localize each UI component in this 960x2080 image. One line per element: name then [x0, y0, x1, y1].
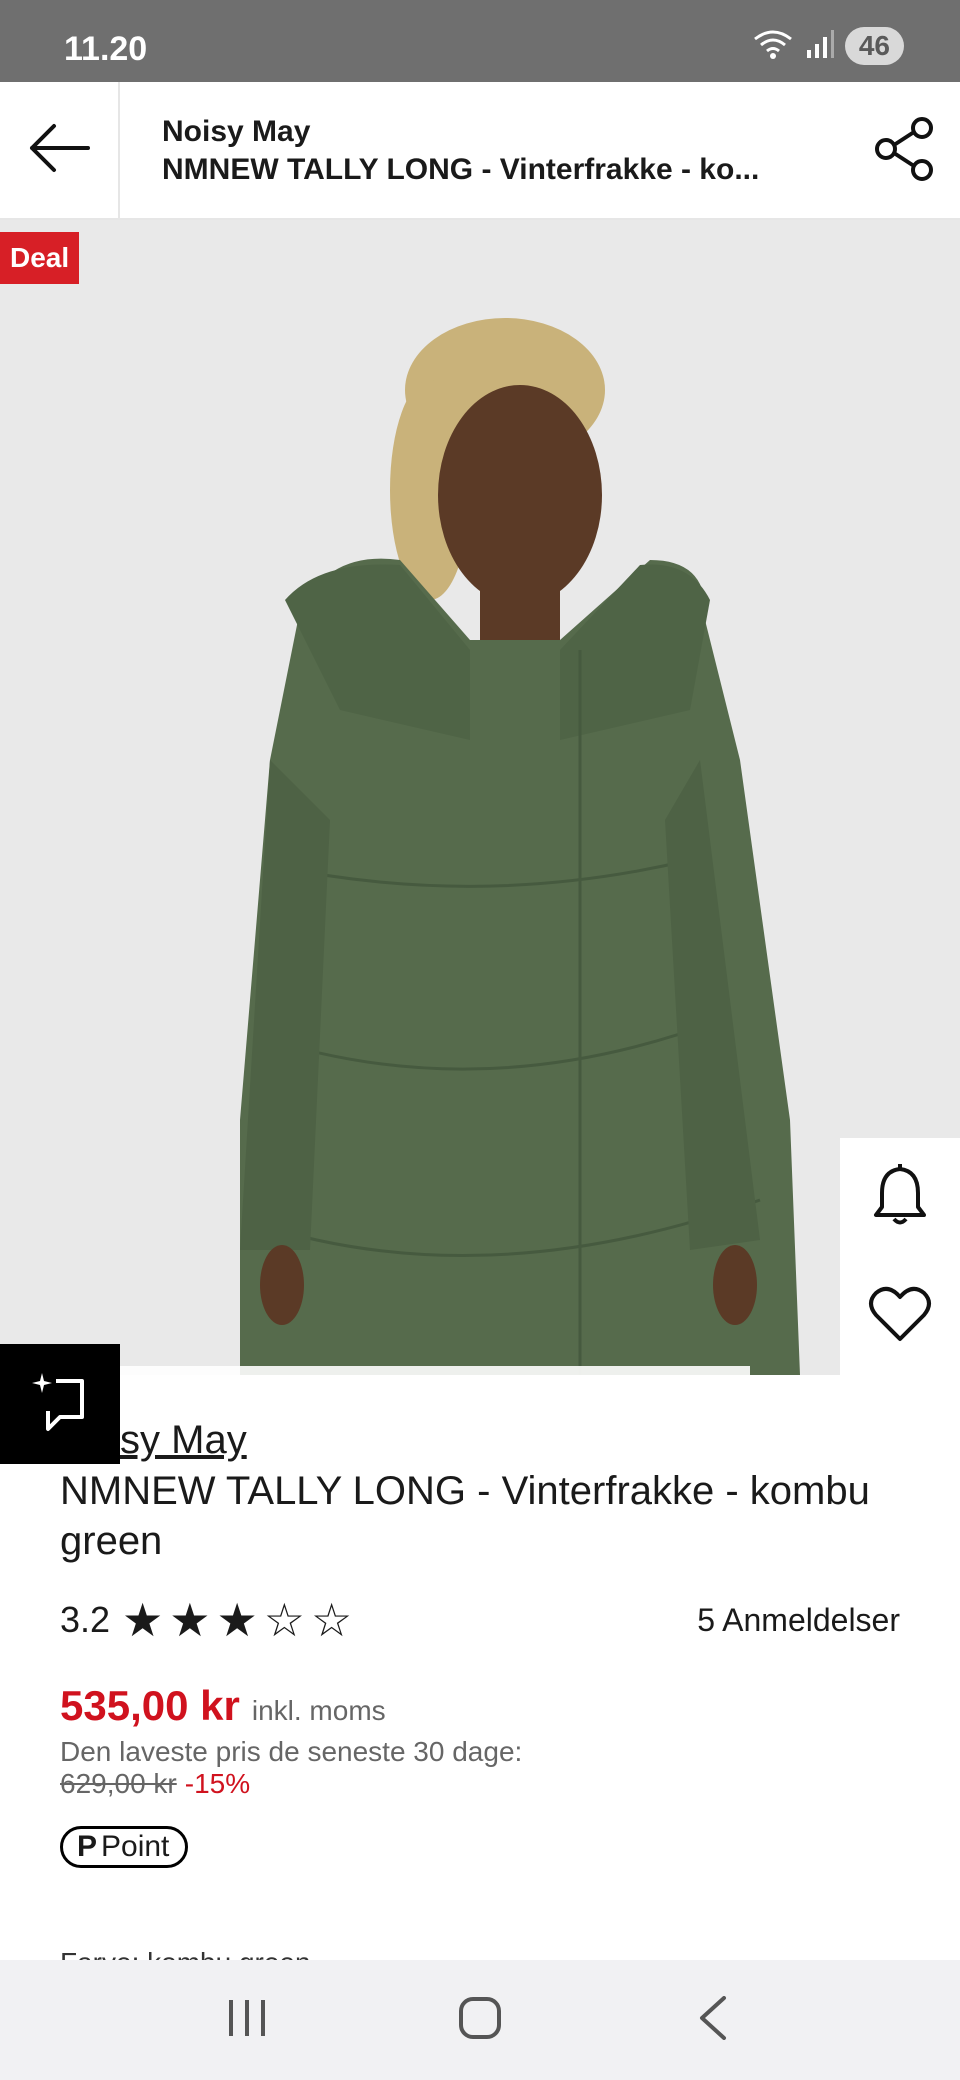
- lowest-price-label: Den laveste pris de seneste 30 dage:: [60, 1736, 523, 1767]
- vat-label: inkl. moms: [251, 1695, 386, 1726]
- product-details: Noisy May NMNEW TALLY LONG - Vinterfrakk…: [60, 1414, 910, 1566]
- bell-icon: [872, 1163, 928, 1232]
- product-photo: [0, 220, 960, 1375]
- status-icons: 46: [751, 26, 904, 66]
- wishlist-button[interactable]: [860, 1277, 940, 1357]
- image-progress-bar: [110, 1366, 750, 1375]
- star-filled-icon: ★: [216, 1594, 258, 1646]
- brand-link[interactable]: Noisy May: [60, 1414, 910, 1466]
- points-label: Point: [101, 1830, 170, 1863]
- battery-indicator: 46: [844, 27, 904, 65]
- star-empty-icon: ☆: [311, 1594, 353, 1646]
- discount-percent: -15%: [184, 1768, 251, 1799]
- recents-icon: [225, 1998, 269, 2043]
- wifi-icon: [751, 27, 795, 66]
- app-header: Noisy May NMNEW TALLY LONG - Vinterfrakk…: [0, 82, 960, 220]
- share-icon: [872, 116, 938, 187]
- chevron-left-icon: [698, 1995, 728, 2045]
- signal-icon: [805, 28, 835, 65]
- product-image[interactable]: Deal: [0, 220, 960, 1375]
- arrow-left-icon: [28, 123, 90, 178]
- star-filled-icon: ★: [169, 1594, 211, 1646]
- ai-sparkle-icon: [30, 1371, 90, 1438]
- recents-button[interactable]: [207, 1980, 287, 2060]
- status-bar: 11.20 46: [0, 0, 960, 82]
- heart-icon: [868, 1285, 932, 1348]
- notify-button[interactable]: [860, 1158, 940, 1238]
- star-filled-icon: ★: [122, 1594, 164, 1646]
- header-title: Noisy May NMNEW TALLY LONG - Vinterfrakk…: [162, 114, 822, 190]
- price-block: 535,00 kr inkl. moms Den laveste pris de…: [60, 1682, 900, 1800]
- nav-back-button[interactable]: [673, 1980, 753, 2060]
- reviews-link[interactable]: 5 Anmeldelser: [697, 1602, 900, 1639]
- back-button[interactable]: [0, 82, 120, 218]
- home-button[interactable]: [440, 1980, 520, 2060]
- points-badge[interactable]: P Point: [60, 1826, 189, 1868]
- header-brand: Noisy May: [162, 115, 311, 148]
- rating-stars: ★ ★ ★ ☆ ☆: [122, 1595, 352, 1645]
- star-empty-icon: ☆: [263, 1594, 306, 1646]
- points-icon: P: [77, 1830, 98, 1863]
- ai-assistant-button[interactable]: [0, 1344, 120, 1464]
- system-nav-bar: [0, 1960, 960, 2080]
- rating-row[interactable]: 3.2 ★ ★ ★ ☆ ☆ 5 Anmeldelser: [60, 1594, 900, 1646]
- share-button[interactable]: [870, 116, 940, 186]
- home-icon: [458, 1996, 502, 2045]
- side-actions: [840, 1138, 960, 1376]
- header-product-name: NMNEW TALLY LONG - Vinterfrakke - ko...: [162, 153, 760, 186]
- old-price: 629,00 kr: [60, 1768, 177, 1799]
- product-title: NMNEW TALLY LONG - Vinterfrakke - kombu …: [60, 1469, 870, 1563]
- current-price: 535,00 kr: [60, 1682, 240, 1729]
- status-time: 11.20: [64, 30, 148, 68]
- rating-value: 3.2: [60, 1599, 111, 1640]
- deal-badge: Deal: [0, 232, 80, 284]
